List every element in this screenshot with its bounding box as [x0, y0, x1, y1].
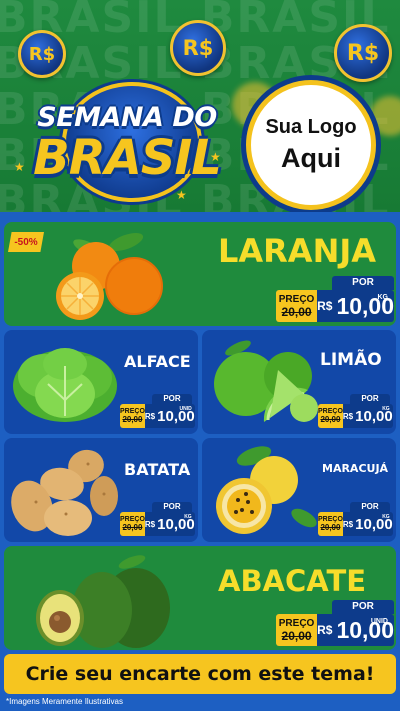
- price-label: PREÇO: [278, 617, 315, 629]
- new-price: R$ 10,00 KG: [144, 512, 195, 536]
- coin-icon: R$: [334, 24, 392, 82]
- title-line1: SEMANA DO: [37, 102, 217, 133]
- old-price-value: 20,00: [281, 304, 312, 319]
- avocado-image: [36, 555, 170, 648]
- currency: R$: [144, 411, 156, 421]
- product-name: LARANJA: [218, 232, 377, 270]
- star-icon: ★: [14, 160, 25, 174]
- footnote: *Imagens Meramente Ilustrativas: [6, 697, 123, 706]
- title-line2: BRASIL: [33, 130, 222, 186]
- star-icon: ★: [210, 150, 221, 164]
- cta-banner[interactable]: Crie seu encarte com este tema!: [4, 654, 396, 694]
- price-tag: POR PREÇO 20,00 R$ 10,00 KG: [120, 502, 195, 536]
- title-badge: SEMANA DO BRASIL: [22, 72, 232, 202]
- price-unit: UNID: [370, 618, 388, 625]
- price-label: PREÇO: [278, 293, 315, 305]
- product-name: ABACATE: [218, 564, 367, 598]
- currency: R$: [144, 519, 156, 529]
- currency: R$: [317, 299, 333, 313]
- price-unit: KG: [382, 514, 390, 520]
- new-price: R$ 10,00 KG: [342, 512, 393, 536]
- logo-text-line1: Sua Logo: [265, 116, 357, 138]
- product-name: LIMÃO: [320, 350, 382, 370]
- potato-image: [11, 449, 118, 536]
- currency: R$: [342, 519, 354, 529]
- price-label: PREÇO: [318, 516, 343, 523]
- old-price-value: 20,00: [320, 523, 341, 532]
- old-price: PREÇO 20,00: [318, 404, 343, 428]
- orange-image: [56, 232, 163, 320]
- header-banner: BRASIL BRASIL BRASIL BRASIL BRASIL BRASI…: [0, 0, 400, 212]
- new-price: R$ 10,00 UNID: [144, 404, 195, 428]
- price-label: PREÇO: [120, 408, 145, 415]
- price-tag: POR PREÇO 20,00 R$ 10,00 KG: [318, 502, 393, 536]
- product-card-limao[interactable]: LIMÃO POR PREÇO 20,00 R$ 10,00 KG: [202, 330, 396, 434]
- old-price: PREÇO 20,00: [276, 290, 318, 322]
- passion-fruit-image: [216, 446, 317, 534]
- product-card-abacate[interactable]: ABACATE POR PREÇO 20,00 R$ 10,00 UNID: [4, 546, 396, 650]
- product-card-alface[interactable]: ALFACE POR PREÇO 20,00 R$ 10,00 UNID: [4, 330, 198, 434]
- price-por-label: POR: [350, 394, 390, 404]
- discount-badge: -50%: [8, 232, 44, 252]
- old-price-value: 20,00: [122, 523, 143, 532]
- old-price-value: 20,00: [281, 628, 312, 643]
- star-icon: ★: [176, 188, 187, 202]
- coin-icon: R$: [18, 30, 66, 78]
- old-price: PREÇO 20,00: [318, 512, 343, 536]
- price-label: PREÇO: [120, 516, 145, 523]
- price-por-label: POR: [350, 502, 390, 512]
- old-price: PREÇO 20,00: [276, 614, 318, 646]
- lime-image: [214, 340, 318, 422]
- price-por-label: POR: [152, 502, 192, 512]
- price-tag: POR PREÇO 20,00 R$ 10,00 KG: [318, 394, 393, 428]
- currency: R$: [342, 411, 354, 421]
- price-por-label: POR: [332, 276, 394, 290]
- logo-text-line2: Aqui: [281, 143, 341, 173]
- price-unit: KG: [382, 406, 390, 412]
- product-name: ALFACE: [124, 352, 191, 371]
- product-card-batata[interactable]: BATATA POR PREÇO 20,00 R$ 10,00 KG: [4, 438, 198, 542]
- price-tag: POR PREÇO 20,00 R$ 10,00 UNID: [276, 600, 394, 646]
- price-unit: KG: [184, 514, 192, 520]
- price-tag: POR PREÇO 20,00 R$ 10,00 UNID: [120, 394, 195, 428]
- price-tag: POR PREÇO 20,00 R$ 10,00 KG: [276, 276, 394, 322]
- new-price: R$ 10,00 KG: [342, 404, 393, 428]
- new-price: R$ 10,00 KG: [317, 290, 394, 322]
- logo-placeholder[interactable]: Sua Logo Aqui: [246, 80, 376, 210]
- price-unit: UNID: [179, 406, 192, 412]
- price-label: PREÇO: [318, 408, 343, 415]
- coin-icon: R$: [170, 20, 226, 76]
- product-name: MARACUJÁ: [322, 462, 389, 475]
- old-price: PREÇO 20,00: [120, 404, 145, 428]
- new-price: R$ 10,00 UNID: [317, 614, 394, 646]
- old-price-value: 20,00: [320, 415, 341, 424]
- old-price-value: 20,00: [122, 415, 143, 424]
- product-card-maracuja[interactable]: MARACUJÁ POR PREÇO 20,00 R$ 10,00 KG: [202, 438, 396, 542]
- product-card-laranja[interactable]: LARANJA POR PREÇO 20,00 R$ 10,00 KG: [4, 222, 396, 326]
- currency: R$: [317, 623, 333, 637]
- old-price: PREÇO 20,00: [120, 512, 145, 536]
- price-unit: KG: [377, 294, 389, 301]
- lettuce-image: [13, 348, 117, 422]
- price-por-label: POR: [332, 600, 394, 614]
- price-por-label: POR: [152, 394, 192, 404]
- product-name: BATATA: [124, 460, 191, 479]
